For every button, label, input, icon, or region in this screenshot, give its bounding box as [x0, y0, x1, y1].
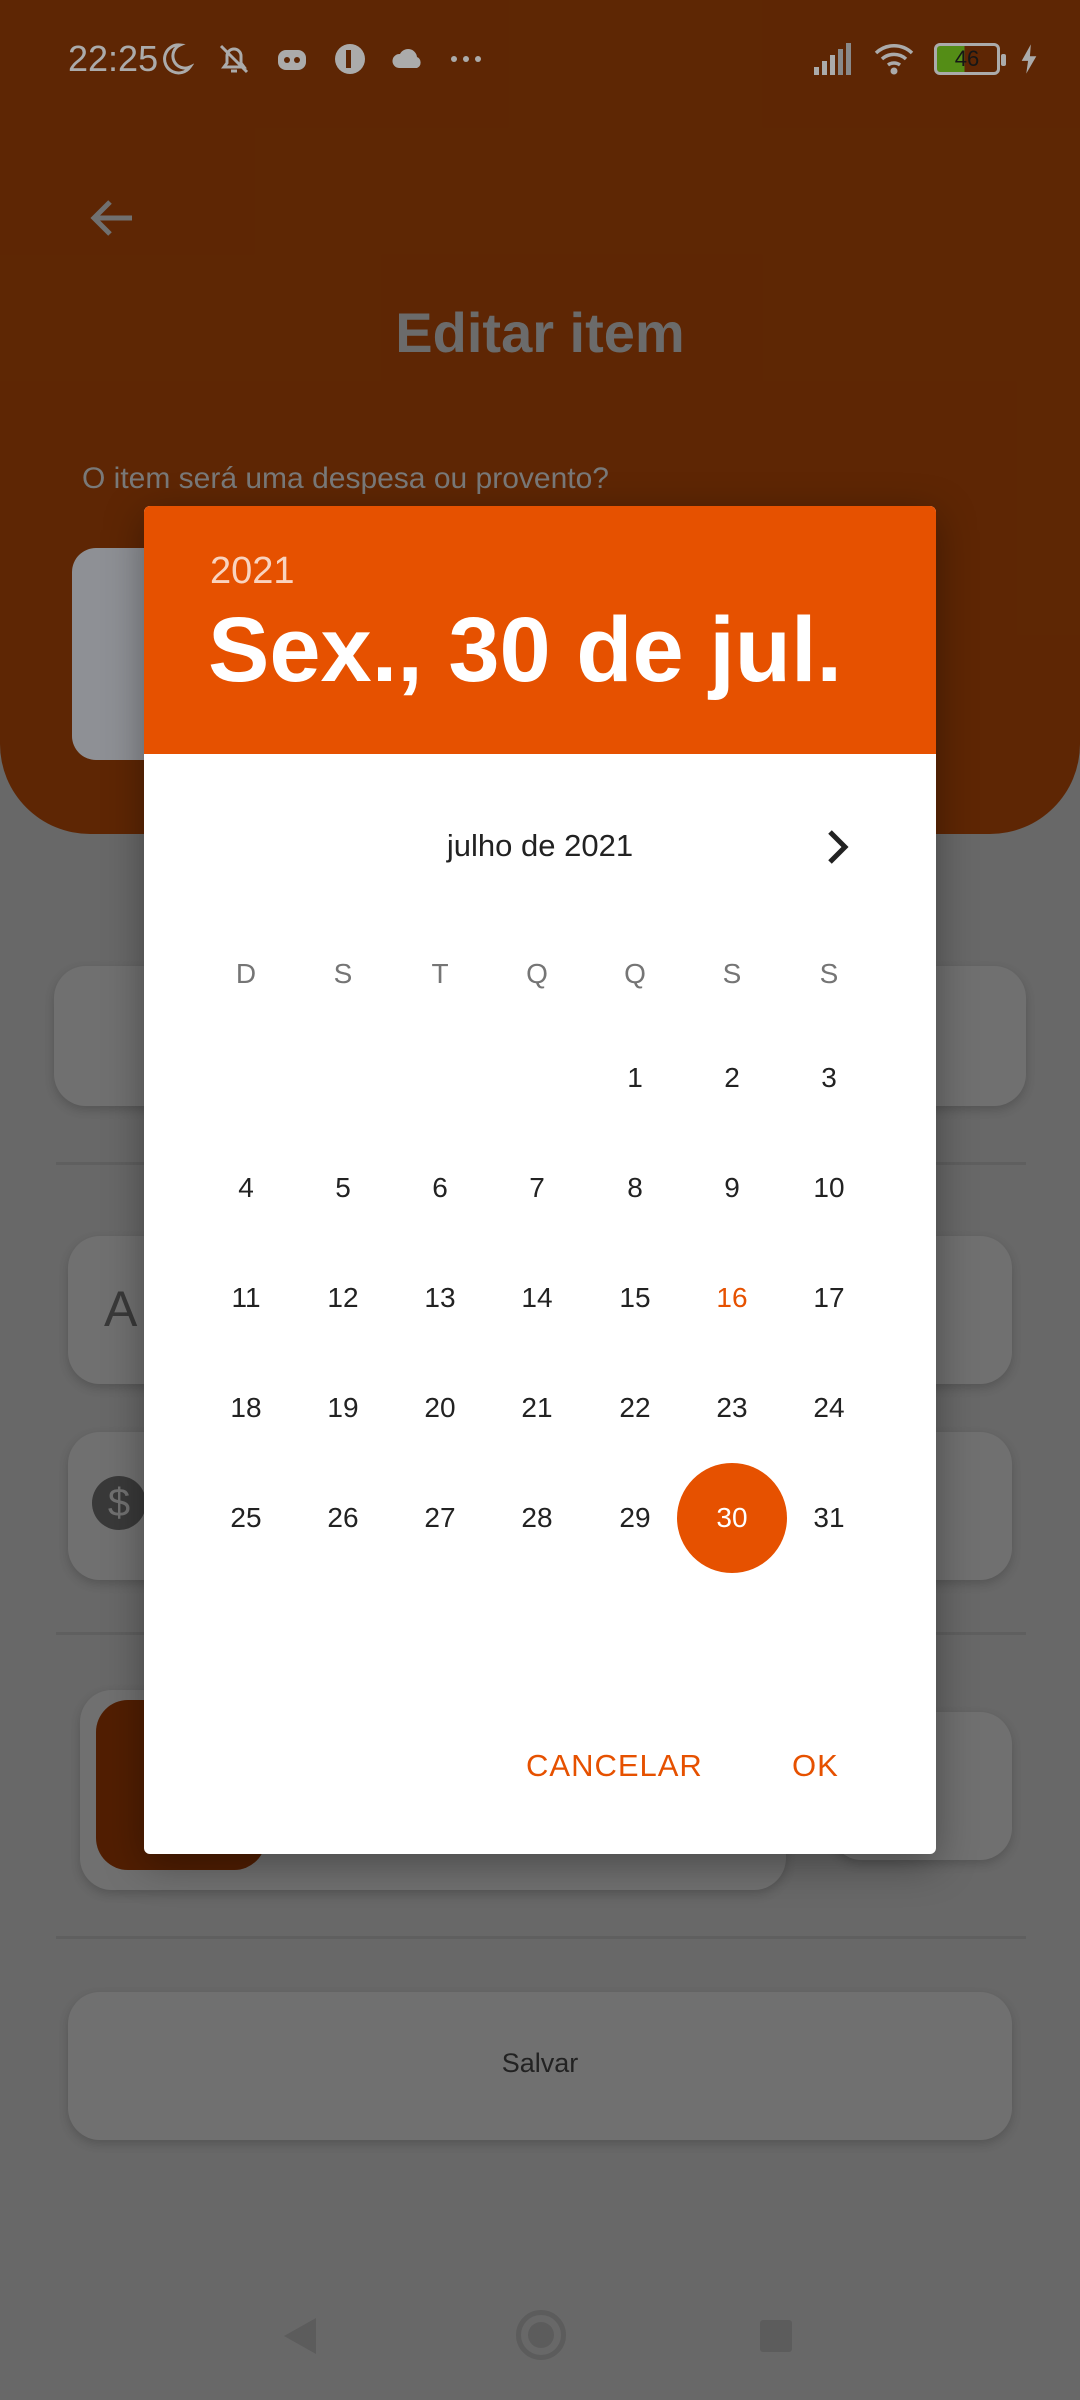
- calendar-day[interactable]: 27: [385, 1463, 495, 1573]
- calendar-day[interactable]: 7: [482, 1133, 592, 1243]
- calendar-day[interactable]: 5: [288, 1133, 398, 1243]
- cancel-button[interactable]: CANCELAR: [526, 1748, 703, 1784]
- calendar-day[interactable]: 24: [774, 1353, 884, 1463]
- calendar-day[interactable]: 6: [385, 1133, 495, 1243]
- calendar-day[interactable]: 21: [482, 1353, 592, 1463]
- calendar-day[interactable]: 28: [482, 1463, 592, 1573]
- calendar-day[interactable]: 22: [580, 1353, 690, 1463]
- calendar-day[interactable]: 3: [774, 1023, 884, 1133]
- selected-date-label: Sex., 30 de jul.: [208, 599, 843, 701]
- weekday-label: Q: [526, 958, 548, 989]
- calendar-day[interactable]: 8: [580, 1133, 690, 1243]
- calendar-day[interactable]: 25: [191, 1463, 301, 1573]
- calendar-day-today[interactable]: 16: [677, 1243, 787, 1353]
- calendar-day[interactable]: 13: [385, 1243, 495, 1353]
- year-label[interactable]: 2021: [210, 550, 295, 593]
- calendar-day-selected[interactable]: 30: [677, 1463, 787, 1573]
- weekday-label: S: [722, 958, 742, 989]
- date-picker-header: 2021 Sex., 30 de jul.: [144, 506, 936, 754]
- calendar-day[interactable]: 1: [580, 1023, 690, 1133]
- date-picker-dialog: 2021 Sex., 30 de jul. julho de 2021 DSTQ…: [144, 506, 936, 1854]
- calendar-day[interactable]: 17: [774, 1243, 884, 1353]
- weekday-label: T: [431, 958, 449, 989]
- calendar-day[interactable]: 14: [482, 1243, 592, 1353]
- calendar-day[interactable]: 12: [288, 1243, 398, 1353]
- calendar-day[interactable]: 10: [774, 1133, 884, 1243]
- calendar-day[interactable]: 15: [580, 1243, 690, 1353]
- weekday-label: Q: [624, 958, 646, 989]
- calendar-day[interactable]: 19: [288, 1353, 398, 1463]
- calendar-day[interactable]: 11: [191, 1243, 301, 1353]
- calendar-day[interactable]: 31: [774, 1463, 884, 1573]
- calendar-day[interactable]: 20: [385, 1353, 495, 1463]
- calendar-day[interactable]: 18: [191, 1353, 301, 1463]
- weekday-label: S: [333, 958, 353, 989]
- calendar-day[interactable]: 26: [288, 1463, 398, 1573]
- ok-button[interactable]: OK: [792, 1748, 839, 1784]
- calendar-day[interactable]: 2: [677, 1023, 787, 1133]
- calendar-day[interactable]: 29: [580, 1463, 690, 1573]
- chevron-right-icon[interactable]: [814, 824, 860, 870]
- calendar-day[interactable]: 23: [677, 1353, 787, 1463]
- weekday-label: S: [819, 958, 839, 989]
- calendar-day[interactable]: 9: [677, 1133, 787, 1243]
- weekday-label: D: [235, 958, 257, 989]
- calendar-day[interactable]: 4: [191, 1133, 301, 1243]
